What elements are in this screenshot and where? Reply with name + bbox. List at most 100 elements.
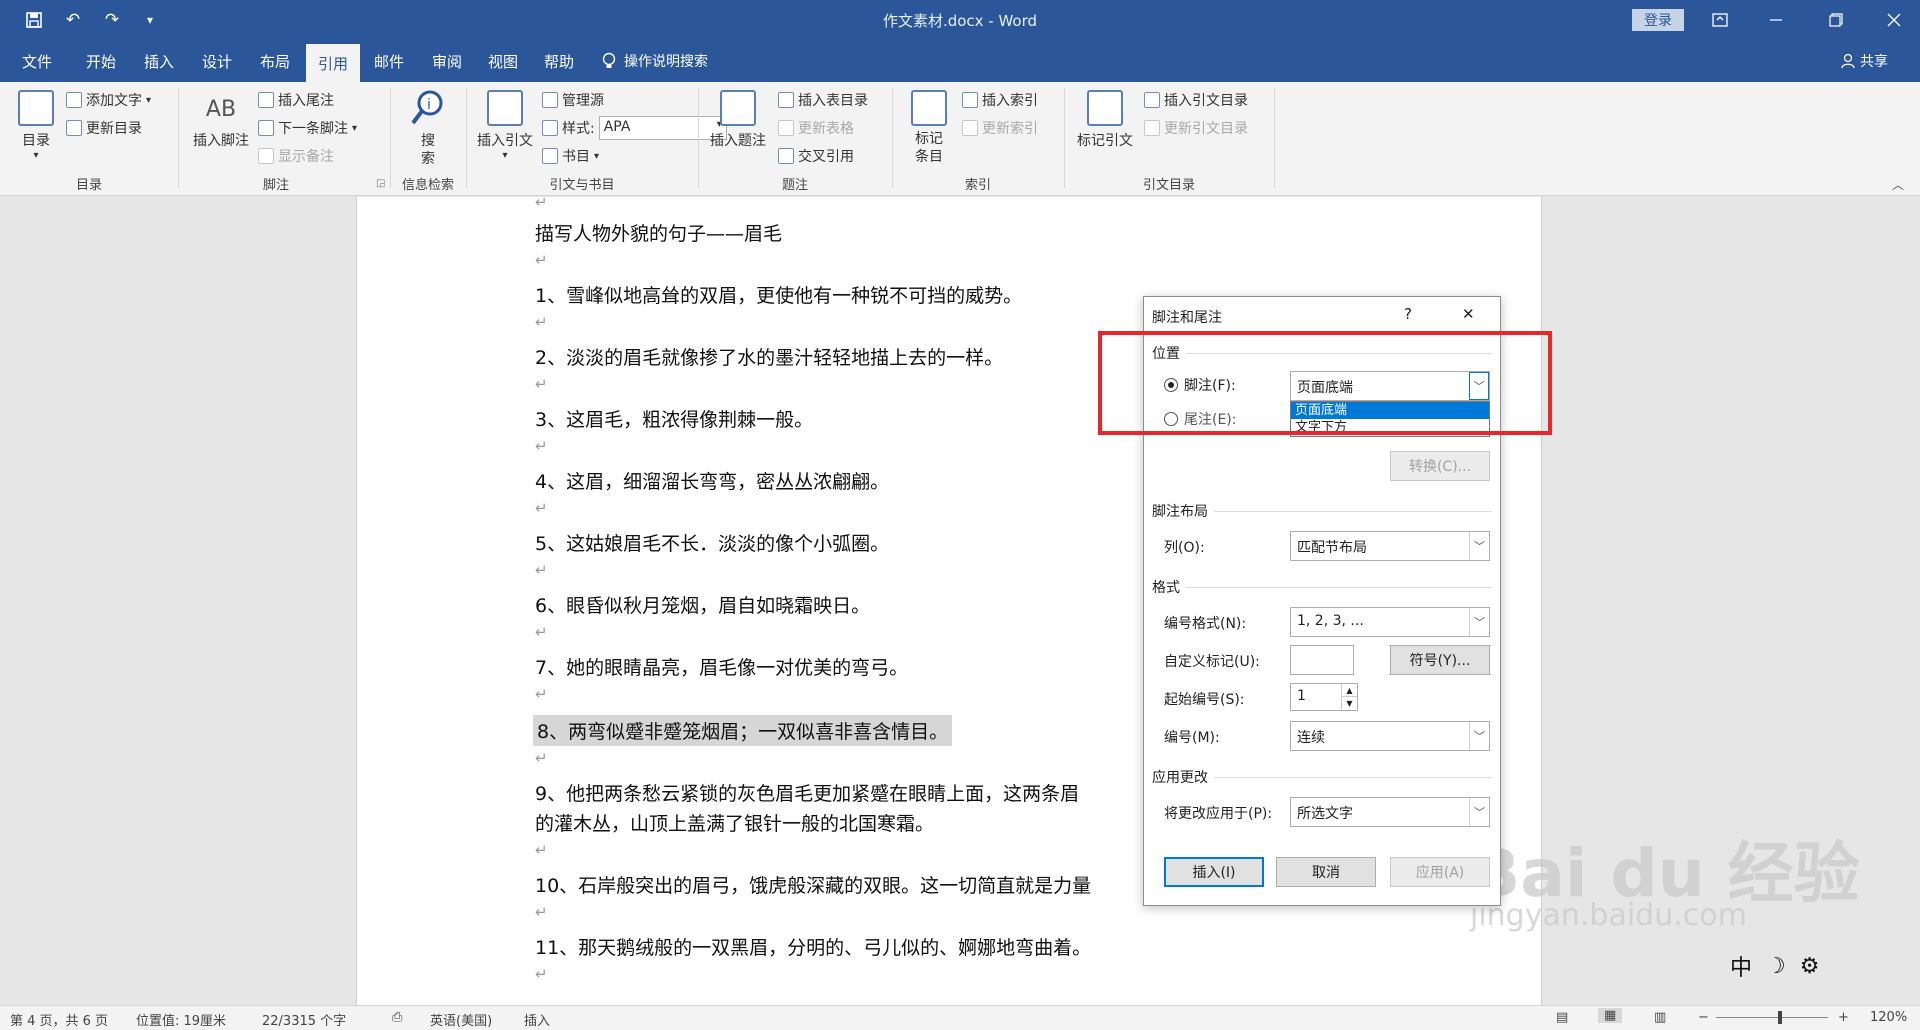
bibliography-button[interactable]: 书目 ▾ [542,146,599,166]
captions-group-label: 题注 [781,178,808,193]
doc-paragraph: 4、这眉，细溜溜长弯弯，密丛丛浓翩翩。 [535,471,890,493]
dialog-close-icon[interactable]: ✕ [1462,305,1475,323]
tab-mailings[interactable]: 邮件 [366,40,412,82]
word-count[interactable]: 22/3315 个字 [262,1010,346,1029]
insert-mode[interactable]: 插入 [524,1010,550,1029]
spin-up-icon[interactable]: ▲ [1341,684,1357,697]
person-icon [1841,53,1855,69]
start-at-value: 1 [1297,688,1306,704]
apply-section: 应用更改 [1152,767,1492,787]
toa-group-label: 引文目录 [1142,178,1195,193]
mark-entry-button[interactable]: 标记条目 [902,90,956,166]
zoom-slider[interactable] [1716,1011,1828,1024]
highlight-annotation-box [1098,331,1552,435]
tab-insert[interactable]: 插入 [136,40,182,82]
update-table-icon [778,120,794,136]
read-mode-icon[interactable]: ▤ [1556,1010,1568,1025]
custom-mark-input[interactable] [1290,645,1354,675]
tab-layout[interactable]: 布局 [252,40,298,82]
tab-file[interactable]: 文件 [14,40,60,82]
start-at-spinner[interactable]: 1 ▲ ▼ [1290,683,1358,711]
tab-home[interactable]: 开始 [78,40,124,82]
tell-me-search[interactable]: 操作说明搜索 [602,40,708,82]
number-format-select[interactable]: 1, 2, 3, ... ﹀ [1290,607,1490,637]
mark-entry-label: 标记条目 [915,131,943,165]
symbol-button[interactable]: 符号(Y)... [1390,645,1490,675]
search-label: 搜索 [421,133,435,167]
paragraph-mark: ↵ [535,841,548,859]
close-icon[interactable] [1874,6,1914,34]
search-button[interactable]: i 搜索 [402,88,454,168]
insert-index-button[interactable]: 插入索引 [962,90,1038,110]
next-footnote-button[interactable]: 下一条脚注 ▾ [258,118,357,138]
chevron-down-icon: ﹀ [1469,608,1489,636]
cancel-button[interactable]: 取消 [1276,857,1376,887]
insert-footnote-button[interactable]: AB 插入脚注 [188,90,254,150]
restore-icon[interactable] [1816,6,1856,34]
minimize-icon[interactable] [1756,6,1796,34]
style-label: 样式: [562,121,595,137]
layout-section: 脚注布局 [1152,501,1492,521]
paragraph-mark: ↵ [535,313,548,331]
mark-citation-button[interactable]: 标记引文 [1072,90,1138,150]
update-table-button[interactable]: 更新表格 [778,118,854,138]
cross-reference-button[interactable]: 交叉引用 [778,146,854,166]
footnote-ab-icon: AB [205,97,237,122]
numbering-select[interactable]: 连续 ﹀ [1290,721,1490,751]
update-index-button[interactable]: 更新索引 [962,118,1038,138]
tab-design[interactable]: 设计 [194,40,240,82]
insert-citation-icon [487,90,523,126]
update-toc-button[interactable]: 更新目录 [66,118,142,138]
paragraph-mark: ↵ [535,561,548,579]
zoom-slider-thumb[interactable] [1778,1011,1782,1024]
insert-caption-button[interactable]: 插入题注 [706,90,770,150]
zoom-out-icon[interactable]: − [1698,1010,1709,1025]
doc-paragraph: 10、石岸般突出的眉弓，饿虎般深藏的双眼。这一切简直就是力量 [535,875,1092,897]
add-text-button[interactable]: 添加文字 ▾ [66,90,151,110]
tab-review[interactable]: 审阅 [424,40,470,82]
page-count[interactable]: 第 4 页，共 6 页 [10,1010,108,1029]
update-toa-button[interactable]: 更新引文目录 [1144,118,1248,138]
toc-dropdown-icon: ▾ [33,150,39,161]
apply-button[interactable]: 应用(A) [1390,857,1490,887]
zoom-level[interactable]: 120% [1870,1010,1907,1025]
dialog-title: 脚注和尾注 [1152,310,1222,326]
help-icon[interactable]: ? [1404,305,1412,323]
share-button[interactable]: 共享 [1840,40,1888,82]
ribbon-display-icon[interactable] [1700,6,1740,34]
insert-button[interactable]: 插入(I) [1164,857,1264,887]
show-notes-button[interactable]: 显示备注 [258,146,334,166]
tab-help[interactable]: 帮助 [536,40,582,82]
insert-table-figures-button[interactable]: 插入表目录 [778,90,868,110]
proofing-icon[interactable]: ⎙ [392,1010,402,1025]
insert-citation-button[interactable]: 插入引文 ▾ [474,90,536,161]
tab-references[interactable]: 引用 [306,44,360,82]
zoom-in-icon[interactable]: + [1838,1010,1849,1025]
columns-select[interactable]: 匹配节布局 ﹀ [1290,531,1490,561]
update-index-icon [962,120,978,136]
doc-paragraph: 5、这姑娘眉毛不长．淡淡的像个小弧圈。 [535,533,890,555]
share-label: 共享 [1860,54,1888,70]
footnote-group-label: 脚注 [262,178,289,193]
print-layout-icon[interactable]: ▦ [1598,1008,1623,1023]
doc-paragraph: 的灌木丛，山顶上盖满了银针一般的北国寒霜。 [535,813,935,835]
tell-me-label: 操作说明搜索 [624,54,708,70]
collapse-ribbon-icon[interactable]: ︿ [1892,176,1904,193]
insert-toa-button[interactable]: 插入引文目录 [1144,90,1248,110]
insert-index-icon [962,92,978,108]
insert-caption-label: 插入题注 [710,133,766,149]
ime-indicator[interactable]: 中 ☽ ⚙ [1730,950,1819,982]
convert-button[interactable]: 转换(C)... [1390,451,1490,481]
doc-paragraph: 2、淡淡的眉毛就像掺了水的墨汁轻轻地描上去的一样。 [535,347,1004,369]
footnote-dialog-launcher-icon[interactable]: ◲ [376,178,385,189]
manage-sources-button[interactable]: 管理源 [542,90,604,110]
insert-table-figures-label: 插入表目录 [798,93,868,109]
insert-endnote-button[interactable]: 插入尾注 [258,90,334,110]
spin-down-icon[interactable]: ▼ [1341,697,1357,710]
apply-to-select[interactable]: 所选文字 ﹀ [1290,797,1490,827]
language-status[interactable]: 英语(美国) [430,1010,492,1029]
web-layout-icon[interactable]: ▥ [1654,1010,1666,1025]
toc-button[interactable]: 目录 ▾ [14,90,58,161]
login-button[interactable]: 登录 [1632,9,1684,31]
tab-view[interactable]: 视图 [480,40,526,82]
